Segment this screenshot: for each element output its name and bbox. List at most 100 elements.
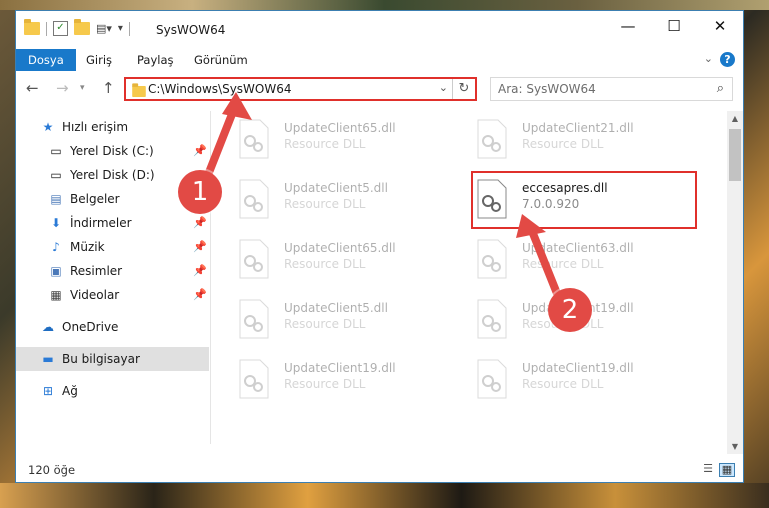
customize-toolbar-icon[interactable]: ▤▾ bbox=[96, 22, 112, 35]
details-view-icon[interactable]: ☰ bbox=[701, 463, 715, 475]
dll-file-icon bbox=[239, 239, 269, 279]
file-name: UpdateClient19.dll bbox=[284, 361, 396, 375]
dll-file-icon bbox=[477, 239, 507, 279]
file-description: Resource DLL bbox=[522, 377, 604, 391]
dll-file-icon bbox=[239, 119, 269, 159]
sidebar-item-this-pc[interactable]: ▬ Bu bilgisayar bbox=[16, 347, 209, 371]
scroll-down-icon[interactable]: ▼ bbox=[727, 442, 743, 451]
minimize-button[interactable]: — bbox=[605, 11, 651, 41]
sidebar-item-videos[interactable]: ▦ Videolar 📌 bbox=[16, 283, 209, 307]
address-bar[interactable]: C:\Windows\SysWOW64 ⌄ ↻ bbox=[124, 77, 477, 101]
sidebar-item-downloads[interactable]: ⬇ İndirmeler 📌 bbox=[16, 211, 209, 235]
sidebar-item-label: Yerel Disk (C:) bbox=[70, 144, 154, 158]
file-description: Resource DLL bbox=[284, 257, 366, 271]
search-box[interactable]: Ara: SysWOW64 ⌕ bbox=[490, 77, 733, 101]
vertical-scrollbar[interactable]: ▲ ▼ bbox=[727, 111, 743, 454]
file-item[interactable]: UpdateClient63.dll Resource DLL bbox=[454, 235, 669, 279]
large-icons-view-icon[interactable]: ▦ bbox=[719, 463, 735, 477]
file-name: UpdateClient65.dll bbox=[284, 121, 396, 135]
status-bar: 120 öğe ☰ ▦ bbox=[16, 459, 743, 481]
file-item[interactable]: UpdateClient65.dll Resource DLL bbox=[216, 235, 431, 279]
help-icon[interactable]: ? bbox=[720, 52, 735, 67]
file-item[interactable]: UpdateClient19.dll Resource DLL bbox=[216, 355, 431, 399]
sidebar-item-pictures[interactable]: ▣ Resimler 📌 bbox=[16, 259, 209, 283]
address-path[interactable]: C:\Windows\SysWOW64 bbox=[148, 82, 292, 96]
sidebar-item-label: Resimler bbox=[70, 264, 123, 278]
sidebar-item-label: Bu bilgisayar bbox=[62, 352, 140, 366]
explorer-window: ✓ ▤▾ ▾ SysWOW64 — ☐ ✕ Dosya Giriş Paylaş… bbox=[15, 10, 744, 483]
dll-file-icon bbox=[239, 299, 269, 339]
pane-divider bbox=[210, 111, 211, 444]
properties-icon[interactable]: ✓ bbox=[53, 21, 68, 36]
file-name: UpdateClient19.dll bbox=[522, 361, 634, 375]
sidebar-item-onedrive[interactable]: ☁ OneDrive bbox=[16, 315, 209, 339]
back-button[interactable]: ← bbox=[26, 79, 39, 97]
recent-locations-icon[interactable]: ▾ bbox=[80, 83, 85, 93]
sidebar-item-label: Hızlı erişim bbox=[62, 120, 129, 134]
sidebar-item-label: Videolar bbox=[70, 288, 120, 302]
divider bbox=[128, 21, 130, 36]
network-icon: ⊞ bbox=[42, 384, 54, 398]
dll-file-icon bbox=[477, 119, 507, 159]
file-item[interactable]: UpdateClient19.dll Resource DLL bbox=[454, 355, 669, 399]
sidebar-item-label: OneDrive bbox=[62, 320, 119, 334]
sidebar-item-disk-c[interactable]: ▭ Yerel Disk (C:) 📌 bbox=[16, 139, 209, 163]
drive-icon: ▭ bbox=[50, 168, 62, 182]
file-name: UpdateClient65.dll bbox=[284, 241, 396, 255]
file-description: Resource DLL bbox=[522, 257, 604, 271]
file-name: UpdateClient63.dll bbox=[522, 241, 634, 255]
computer-icon: ▬ bbox=[42, 352, 54, 366]
desktop-wallpaper bbox=[0, 0, 769, 10]
pin-icon: 📌 bbox=[193, 288, 207, 301]
sidebar-item-network[interactable]: ⊞ Ağ bbox=[16, 379, 209, 403]
file-item[interactable]: UpdateClient21.dll Resource DLL bbox=[454, 115, 669, 159]
file-item[interactable]: UpdateClient5.dll Resource DLL bbox=[216, 295, 431, 339]
up-button[interactable]: ↑ bbox=[102, 79, 115, 97]
tab-dosya[interactable]: Dosya bbox=[16, 49, 76, 71]
documents-icon: ▤ bbox=[50, 192, 62, 206]
desktop-wallpaper-bottom bbox=[0, 483, 769, 508]
file-description: Resource DLL bbox=[284, 197, 366, 211]
file-name: UpdateClient5.dll bbox=[284, 181, 388, 195]
maximize-button[interactable]: ☐ bbox=[651, 11, 697, 41]
scrollbar-thumb[interactable] bbox=[729, 129, 741, 181]
search-icon[interactable]: ⌕ bbox=[717, 81, 724, 96]
folder-icon[interactable] bbox=[24, 19, 40, 35]
tab-giris[interactable]: Giriş bbox=[74, 49, 124, 71]
cloud-icon: ☁ bbox=[42, 320, 54, 334]
divider bbox=[46, 21, 47, 36]
tab-gorunum[interactable]: Görünüm bbox=[182, 49, 260, 71]
dll-file-icon bbox=[239, 179, 269, 219]
navigation-pane: ★ Hızlı erişim ▭ Yerel Disk (C:) 📌 ▭ Yer… bbox=[16, 111, 216, 451]
file-description: Resource DLL bbox=[284, 317, 366, 331]
item-count: 120 öğe bbox=[28, 463, 76, 477]
sidebar-item-music[interactable]: ♪ Müzik 📌 bbox=[16, 235, 209, 259]
file-description: Resource DLL bbox=[522, 137, 604, 151]
close-button[interactable]: ✕ bbox=[697, 11, 743, 41]
pin-icon: 📌 bbox=[193, 240, 207, 253]
folder-icon bbox=[132, 83, 146, 98]
expand-ribbon-icon[interactable]: ⌄ bbox=[704, 52, 713, 65]
pin-icon: 📌 bbox=[193, 264, 207, 277]
file-item[interactable]: UpdateClient5.dll Resource DLL bbox=[216, 175, 431, 219]
refresh-icon[interactable]: ↻ bbox=[452, 79, 475, 99]
tab-paylas[interactable]: Paylaş bbox=[125, 49, 186, 71]
sidebar-item-label: Ağ bbox=[62, 384, 78, 398]
file-list: UpdateClient65.dll Resource DLL UpdateCl… bbox=[216, 111, 726, 451]
step-2-badge: 2 bbox=[548, 288, 592, 332]
forward-button[interactable]: → bbox=[56, 79, 69, 97]
sidebar-item-quick-access[interactable]: ★ Hızlı erişim bbox=[16, 115, 209, 139]
highlight-box bbox=[471, 171, 697, 229]
pin-icon: 📌 bbox=[193, 144, 207, 157]
video-icon: ▦ bbox=[50, 288, 62, 302]
file-name: UpdateClient5.dll bbox=[284, 301, 388, 315]
star-icon: ★ bbox=[42, 120, 54, 134]
scroll-up-icon[interactable]: ▲ bbox=[727, 114, 743, 123]
file-item[interactable]: UpdateClient65.dll Resource DLL bbox=[216, 115, 431, 159]
search-input[interactable]: Ara: SysWOW64 bbox=[498, 82, 596, 96]
window-title: SysWOW64 bbox=[156, 23, 226, 37]
chevron-down-icon[interactable]: ⌄ bbox=[439, 81, 448, 94]
toolbar-dropdown-icon[interactable]: ▾ bbox=[118, 23, 123, 34]
new-folder-icon[interactable] bbox=[74, 19, 90, 35]
pin-icon: 📌 bbox=[193, 216, 207, 229]
